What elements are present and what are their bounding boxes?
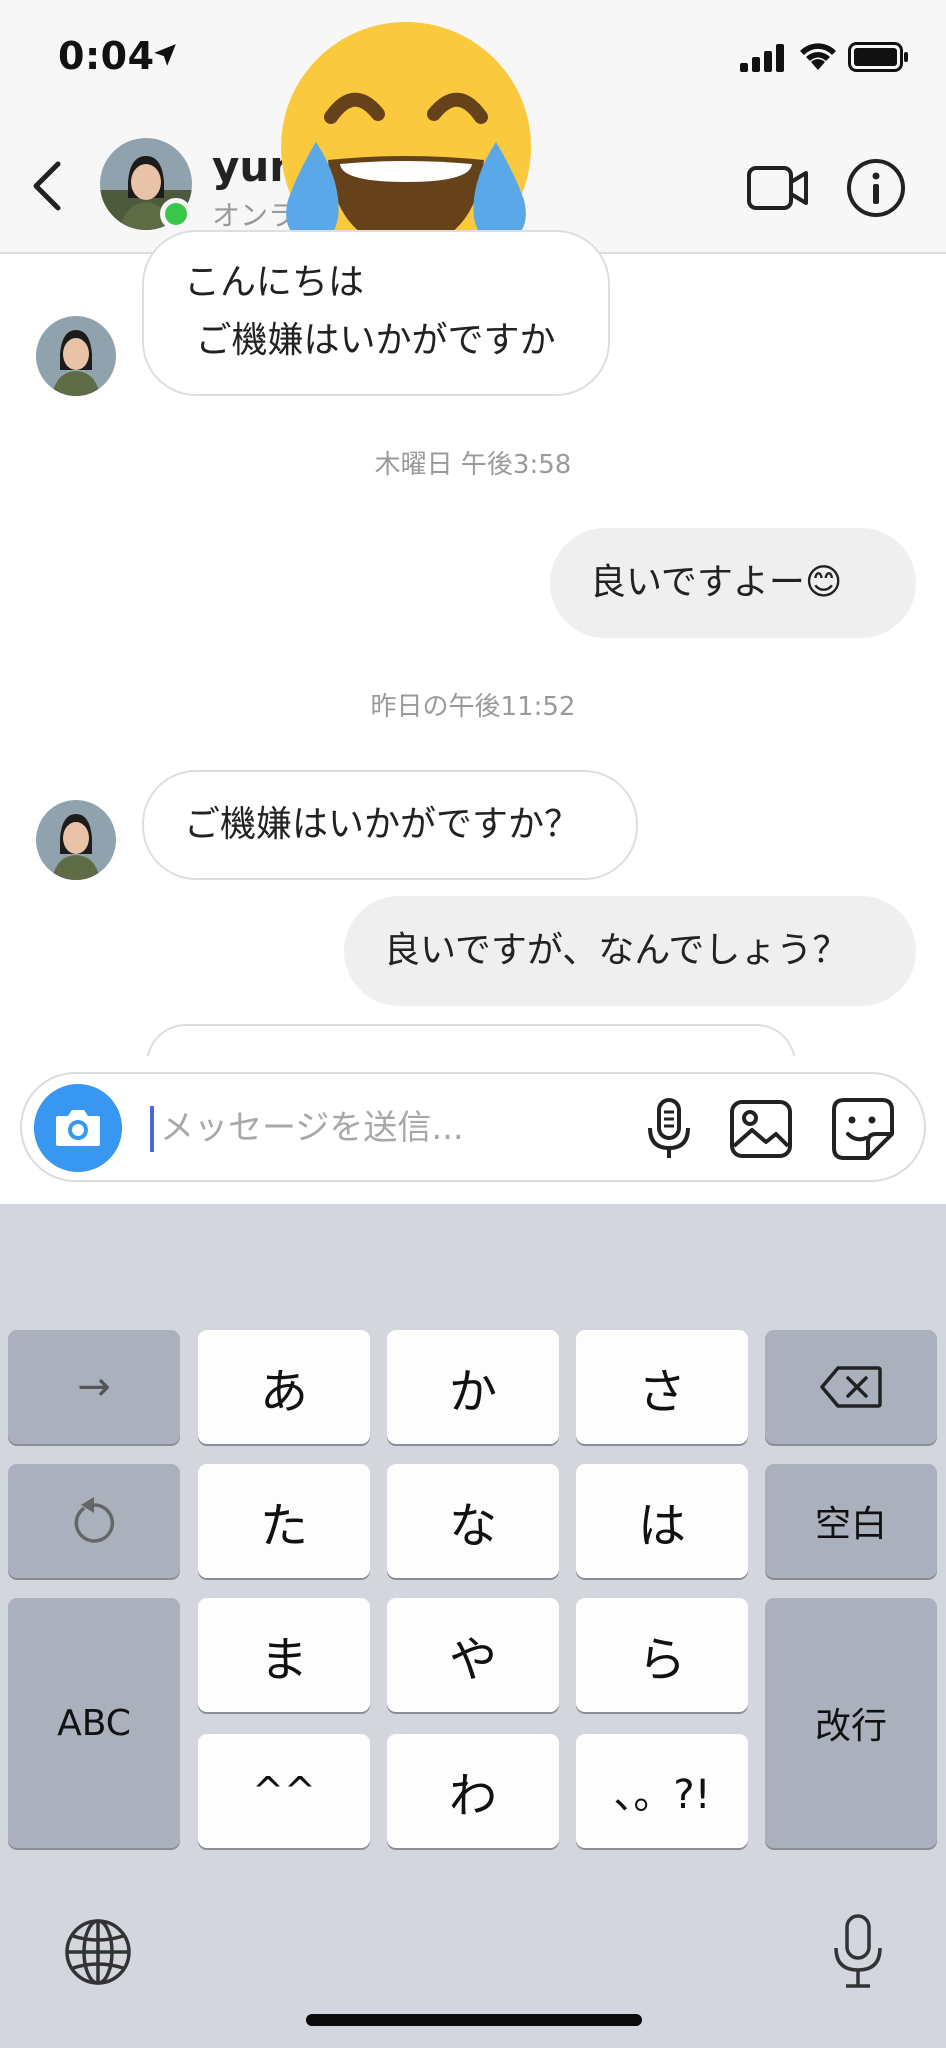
microphone-icon[interactable] [634,1094,704,1164]
key-kana[interactable]: ま [198,1598,370,1712]
message-timestamp: 昨日の午後11:52 [370,692,576,722]
key-delete[interactable] [765,1330,937,1444]
text-caret [150,1106,154,1152]
home-indicator[interactable] [306,2014,642,2026]
wifi-icon [800,43,836,70]
dictation-microphone-icon[interactable] [830,1914,886,1990]
key-kana[interactable]: わ [387,1734,559,1848]
location-arrow-icon [154,44,176,66]
backspace-icon [820,1366,882,1408]
key-kana[interactable]: ら [576,1598,748,1712]
message-outgoing[interactable]: 良いですが、なんでしょう？ [344,896,916,1006]
message-incoming[interactable]: ご機嫌はいかがですか？ [142,770,638,880]
key-space[interactable]: 空白 [765,1464,937,1578]
cellular-signal-icon [740,44,784,72]
key-abc[interactable]: ABC [8,1598,180,1848]
message-input[interactable] [160,1100,640,1156]
battery-icon [848,42,908,72]
status-time: 0:04 [58,34,155,78]
key-kana[interactable]: な [387,1464,559,1578]
info-icon[interactable] [846,158,906,218]
key-kana[interactable]: あ [198,1330,370,1444]
key-kana[interactable]: ^^ [198,1734,370,1848]
key-kana[interactable]: か [387,1330,559,1444]
globe-icon[interactable] [62,1916,134,1988]
key-arrow[interactable]: → [8,1330,180,1444]
composer-bar [0,1056,946,1204]
key-undo[interactable] [8,1464,180,1578]
camera-icon[interactable] [34,1084,122,1172]
back-chevron-icon[interactable] [28,158,68,214]
message-timestamp: 木曜日 午後3:58 [374,450,572,480]
message-composer [20,1072,926,1182]
key-kana[interactable]: は [576,1464,748,1578]
key-kana[interactable]: 、。?! [576,1734,748,1848]
key-kana[interactable]: さ [576,1330,748,1444]
image-icon[interactable] [726,1094,796,1164]
message-outgoing[interactable]: 良いですよー😊 [550,528,916,638]
video-camera-icon[interactable] [746,162,810,214]
key-kana[interactable]: た [198,1464,370,1578]
sender-avatar[interactable] [36,316,116,396]
key-kana[interactable]: や [387,1598,559,1712]
sticker-icon[interactable] [828,1094,898,1164]
online-status-dot [160,198,192,230]
undo-icon [74,1497,115,1543]
message-incoming[interactable]: こんにちは ご機嫌はいかがですか [142,230,610,396]
key-return[interactable]: 改行 [765,1598,937,1848]
sender-avatar[interactable] [36,800,116,880]
